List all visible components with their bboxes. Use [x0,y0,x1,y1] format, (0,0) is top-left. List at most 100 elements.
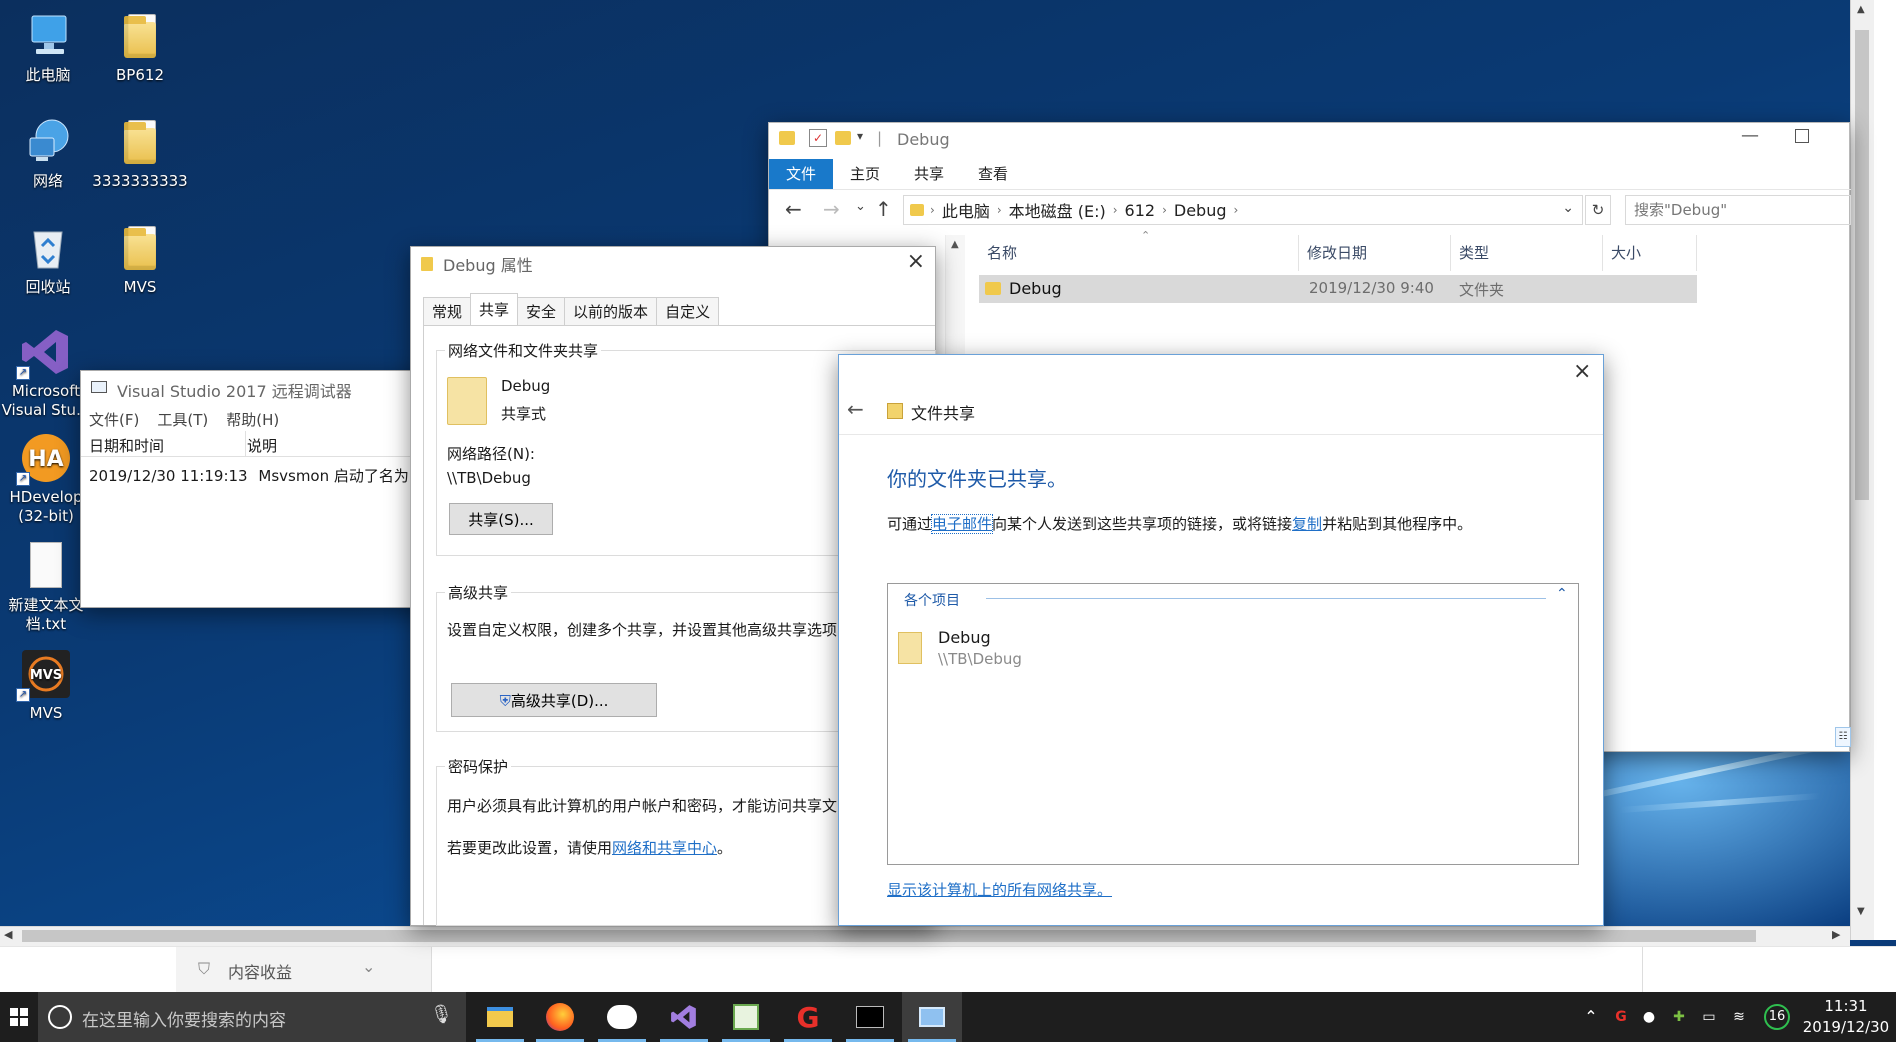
column-header-time[interactable]: 日期和时间 [89,435,164,456]
taskbar-remote-debugger[interactable] [902,992,962,1042]
address-bar[interactable]: › 此电脑 › 本地磁盘 (E:) › 612 › Debug › ⌄ [903,195,1583,225]
horizontal-scrollbar[interactable]: ◀ ▶ [0,926,1850,946]
desktop-icon-bp612[interactable]: BP612 [92,10,188,85]
mvs-app-icon: MVS ↗ [16,648,72,702]
tab-general[interactable]: 常规 [423,297,472,325]
scroll-down-arrow-icon[interactable]: ▼ [1857,906,1865,917]
file-explorer-icon [487,1007,513,1027]
up-arrow-icon[interactable]: ↑ [875,197,892,221]
maximize-icon[interactable] [1795,129,1809,143]
desktop-icon-mvs-folder[interactable]: MVS [92,222,188,297]
tab-sharing[interactable]: 共享 [470,293,519,325]
microphone-icon[interactable]: 🎙 [430,1004,453,1025]
breadcrumb-this-pc[interactable]: 此电脑 [935,198,997,222]
tray-overflow-chevron-icon[interactable]: ⌃ [1580,1006,1602,1028]
breadcrumb-debug[interactable]: Debug [1167,201,1234,220]
wizard-header: ← 文件共享 [839,389,1603,435]
refresh-icon[interactable]: ↻ [1585,195,1611,225]
recent-locations-chevron-icon[interactable]: ⌄ [855,199,866,214]
breadcrumb-drive-e[interactable]: 本地磁盘 (E:) [1002,198,1113,222]
taskbar-red-app[interactable]: G [778,992,838,1042]
tab-home[interactable]: 主页 [833,159,897,189]
forward-arrow-icon[interactable]: → [823,197,840,221]
show-all-shares-link[interactable]: 显示该计算机上的所有网络共享。 [887,879,1112,900]
tab-customize[interactable]: 自定义 [656,297,720,325]
tray-wechat-icon[interactable]: ● [1638,1006,1660,1028]
tab-share[interactable]: 共享 [897,159,961,189]
tray-green-plus-icon[interactable]: ✚ [1668,1006,1690,1028]
file-name: Debug [1009,279,1062,298]
taskbar-image-editor[interactable] [716,992,776,1042]
vertical-scrollbar[interactable]: ▲ ▼ [1850,0,1874,940]
folder-icon [114,116,166,168]
tray-battery-icon[interactable]: ▭ [1698,1006,1720,1028]
menu-tools[interactable]: 工具(T) [157,409,208,430]
share-state: 共享式 [501,405,547,423]
content-earnings-panel[interactable]: ⛉ 内容收益 ⌄ [176,947,432,993]
scroll-left-arrow-icon[interactable]: ◀ [4,928,12,941]
network-sharing-center-link[interactable]: 网络和共享中心 [612,839,717,857]
taskbar-file-explorer[interactable] [470,992,530,1042]
tab-security[interactable]: 安全 [517,297,566,325]
scroll-up-arrow-icon[interactable]: ▲ [1857,4,1865,15]
table-row[interactable]: Debug 2019/12/30 9:40 文件夹 [979,275,1697,303]
desktop-icon-this-pc[interactable]: 此电脑 [0,10,96,85]
collapse-chevron-icon[interactable]: ⌃ [1556,586,1568,602]
menu-help[interactable]: 帮助(H) [226,409,279,430]
close-icon[interactable]: × [1573,359,1591,384]
advanced-sharing-button[interactable]: ⛨高级共享(D)... [451,683,657,717]
folder-icon [779,131,795,145]
start-button[interactable] [0,992,38,1042]
vs-debugger-menubar: 文件(F) 工具(T) 帮助(H) [89,409,279,430]
email-link[interactable]: 电子邮件 [931,514,994,534]
tray-red-g-icon[interactable]: G [1610,1006,1632,1028]
scrollbar-thumb[interactable] [22,930,1756,942]
list-item[interactable]: Debug \\TB\Debug [898,628,1198,672]
taskbar-clock[interactable]: 11:31 2019/12/30 [1798,996,1894,1038]
taskbar-firefox[interactable] [530,992,590,1042]
scroll-up-arrow-icon[interactable]: ▲ [951,239,959,250]
taskbar-wechat[interactable] [592,992,652,1042]
back-arrow-icon[interactable]: ← [847,397,864,421]
taskbar-search-box[interactable]: 在这里输入你要搜索的内容 🎙 [38,992,466,1042]
tray-notification-badge[interactable]: 16 [1764,1004,1790,1030]
tray-wifi-icon[interactable]: ≋ [1728,1006,1750,1028]
folder-icon [114,222,166,274]
details-view-icon[interactable]: ☷ [1835,727,1851,747]
copy-link[interactable]: 复制 [1292,515,1322,533]
desktop-icon-recycle-bin[interactable]: 回收站 [0,222,96,297]
menu-file[interactable]: 文件(F) [89,409,139,430]
tab-view[interactable]: 查看 [961,159,1025,189]
desktop-icon-mvs-app[interactable]: MVS ↗ MVS [0,648,96,723]
search-input[interactable]: 搜索"Debug" [1625,195,1851,225]
log-row[interactable]: 2019/12/30 11:19:13 Msvsmon 启动了名为"T [89,465,425,486]
column-header-type[interactable]: 类型 [1451,235,1603,271]
share-button[interactable]: 共享(S)... [449,503,553,535]
address-dropdown-icon[interactable]: ⌄ [1562,200,1574,216]
breadcrumb-612[interactable]: 612 [1118,201,1163,220]
scrollbar-thumb[interactable] [1855,30,1869,500]
desktop-icon-network[interactable]: 网络 [0,116,96,191]
svg-text:HA: HA [28,447,63,472]
back-arrow-icon[interactable]: ← [785,197,802,221]
tab-previous-versions[interactable]: 以前的版本 [564,297,658,325]
taskbar-terminal[interactable] [840,992,900,1042]
new-folder-icon[interactable] [835,131,851,145]
desktop-icon-3333333333[interactable]: 3333333333 [92,116,188,191]
minimize-icon[interactable]: — [1741,125,1759,146]
taskbar-visual-studio[interactable] [654,992,714,1042]
change-setting-text: 若要更改此设置，请使用网络和共享中心。 [447,839,733,857]
column-header-name[interactable]: 名称 [979,235,1299,271]
column-header-size[interactable]: 大小 [1603,235,1697,271]
column-header-description[interactable]: 说明 [247,435,277,456]
scroll-right-arrow-icon[interactable]: ▶ [1832,928,1840,941]
column-header-date[interactable]: 修改日期 [1299,235,1451,271]
close-icon[interactable]: × [907,249,925,274]
background-window-edge [1874,0,1896,940]
tab-file[interactable]: 文件 [769,159,834,189]
properties-check-icon[interactable]: ✓ [809,129,827,147]
chevron-down-icon[interactable]: ⌄ [362,957,375,976]
windows-logo-icon [10,1008,28,1026]
taskbar-search-placeholder: 在这里输入你要搜索的内容 [82,1011,286,1031]
quick-access-dropdown-icon[interactable]: ▾ [857,129,863,143]
